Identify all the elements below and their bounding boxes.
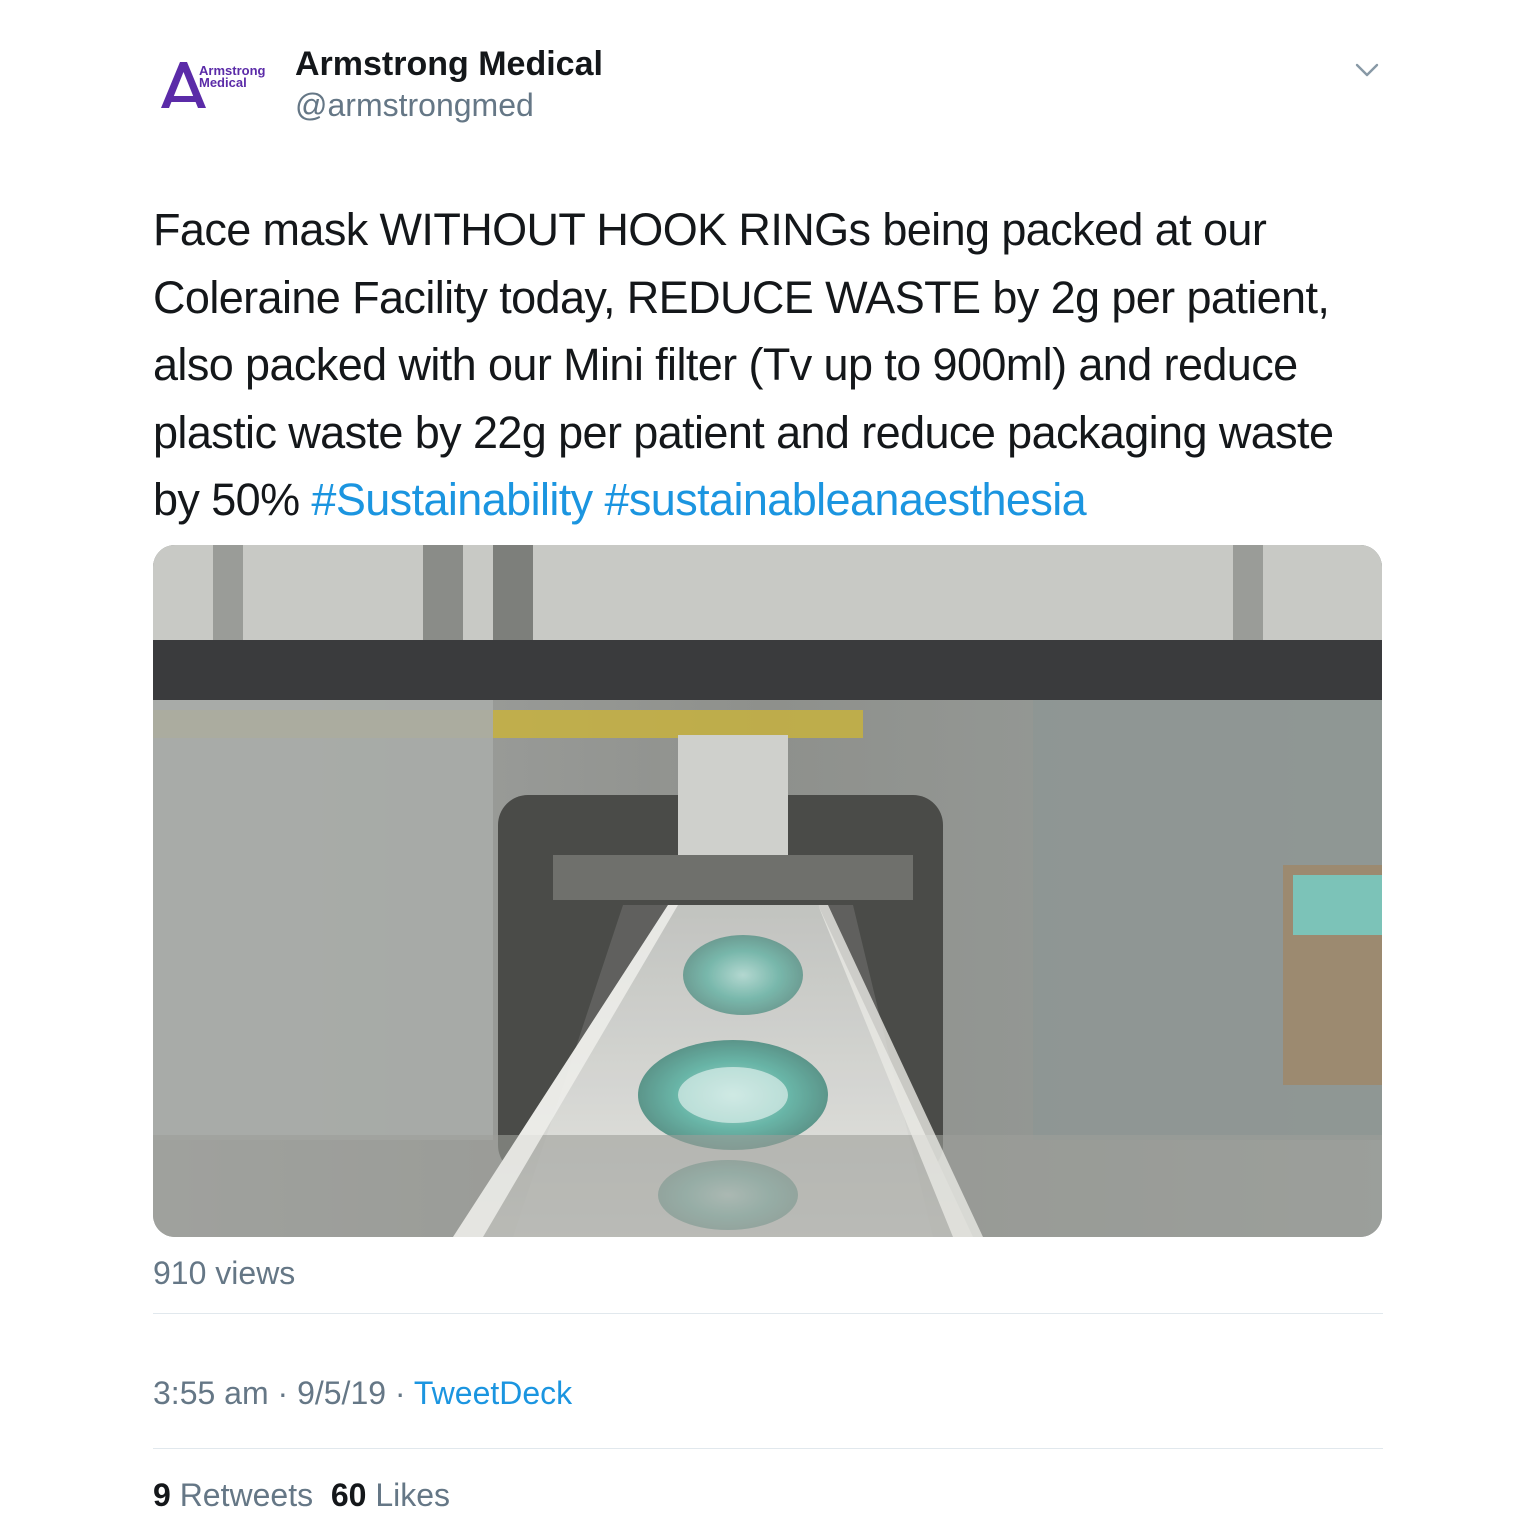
tweet-stats: 9 Retweets 60 Likes — [153, 1475, 450, 1515]
divider — [153, 1313, 1383, 1314]
likes-stat[interactable]: 60 Likes — [331, 1477, 450, 1513]
hashtag-link-sustainableanaesthesia[interactable]: #sustainableanaesthesia — [604, 474, 1086, 525]
tweet-time[interactable]: 3:55 am — [153, 1375, 269, 1411]
tweet-header: Armstrong Medical Armstrong Medical @arm… — [153, 40, 1383, 140]
avatar-logo-text: Armstrong Medical — [199, 63, 266, 90]
user-handle[interactable]: @armstrongmed — [295, 85, 534, 125]
tweet-text: Face mask WITHOUT HOOK RINGs being packe… — [153, 196, 1378, 534]
likes-count: 60 — [330, 1477, 367, 1513]
avatar[interactable]: Armstrong Medical — [153, 52, 277, 116]
tweet-date[interactable]: 9/5/19 — [297, 1375, 386, 1411]
more-options-button[interactable] — [1351, 54, 1383, 86]
retweets-label: Retweets — [179, 1477, 314, 1513]
likes-label: Likes — [375, 1477, 451, 1513]
divider — [153, 1448, 1383, 1449]
meta-separator: · — [394, 1375, 406, 1411]
view-count: 910 views — [153, 1255, 296, 1291]
retweets-stat[interactable]: 9 Retweets — [153, 1477, 313, 1513]
chevron-down-icon — [1355, 63, 1379, 77]
video-player[interactable] — [153, 545, 1382, 1237]
meta-separator: · — [277, 1375, 289, 1411]
tweet-detail: Armstrong Medical Armstrong Medical @arm… — [153, 0, 1383, 1533]
hashtag-link-sustainability[interactable]: #Sustainability — [311, 474, 593, 525]
video-thumbnail — [153, 545, 1382, 1237]
tweet-metadata: 3:55 am · 9/5/19 · TweetDeck — [153, 1373, 572, 1413]
tweet-source-link[interactable]: TweetDeck — [414, 1375, 572, 1411]
retweets-count: 9 — [153, 1477, 171, 1513]
display-name[interactable]: Armstrong Medical — [295, 44, 603, 84]
